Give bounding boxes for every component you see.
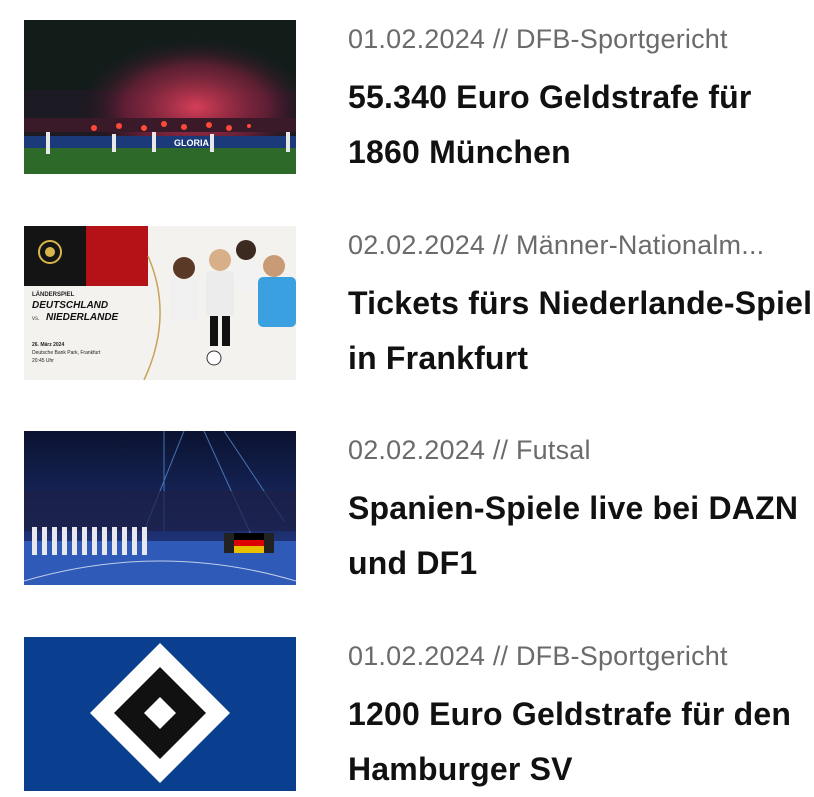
news-title-link[interactable]: Spanien-Spiele live bei DAZN und DF1 bbox=[348, 490, 798, 581]
news-title-link[interactable]: Tickets fürs Niederlande-Spiel in Frankf… bbox=[348, 285, 812, 376]
news-thumbnail-match-poster[interactable]: LÄNDERSPIEL DEUTSCHLAND vs. NIEDERLANDE … bbox=[24, 226, 296, 380]
poster-kicker: LÄNDERSPIEL bbox=[32, 291, 75, 298]
news-title[interactable]: Tickets fürs Niederlande-Spiel in Frankf… bbox=[348, 276, 814, 386]
news-meta: 02.02.2024 // Männer-Nationalm... bbox=[348, 230, 814, 261]
poster-team1: DEUTSCHLAND bbox=[32, 300, 108, 311]
meta-separator: // bbox=[492, 230, 509, 260]
match-poster-image: LÄNDERSPIEL DEUTSCHLAND vs. NIEDERLANDE … bbox=[24, 226, 296, 380]
banner-text: GLORIA bbox=[174, 138, 209, 148]
news-category[interactable]: DFB-Sportgericht bbox=[516, 641, 728, 671]
stadium-pyro-image: GLORIA bbox=[24, 20, 296, 174]
poster-team2: NIEDERLANDE bbox=[46, 312, 119, 323]
news-title[interactable]: 55.340 Euro Geldstrafe für 1860 München bbox=[348, 70, 814, 180]
news-meta: 01.02.2024 // DFB-Sportgericht bbox=[348, 641, 814, 672]
meta-separator: // bbox=[492, 641, 509, 671]
news-category[interactable]: Futsal bbox=[516, 435, 591, 465]
news-date: 02.02.2024 bbox=[348, 230, 486, 260]
news-title-link[interactable]: 55.340 Euro Geldstrafe für 1860 München bbox=[348, 79, 752, 170]
news-category[interactable]: DFB-Sportgericht bbox=[516, 24, 728, 54]
poster-venue: Deutsche Bank Park, Frankfurt bbox=[32, 350, 101, 356]
news-meta: 02.02.2024 // Futsal bbox=[348, 435, 814, 466]
news-thumbnail-pyro[interactable]: GLORIA bbox=[24, 20, 296, 174]
poster-time: 20:45 Uhr bbox=[32, 358, 54, 364]
news-date: 01.02.2024 bbox=[348, 24, 486, 54]
meta-separator: // bbox=[492, 24, 509, 54]
news-item[interactable]: GLORIA 01.02.2024 // DFB-Sportgericht 55… bbox=[0, 20, 814, 180]
news-title[interactable]: Spanien-Spiele live bei DAZN und DF1 bbox=[348, 481, 814, 591]
news-item[interactable]: 01.02.2024 // DFB-Sportgericht 1200 Euro… bbox=[0, 637, 814, 797]
meta-separator: // bbox=[492, 435, 509, 465]
football-icon bbox=[206, 350, 222, 366]
futsal-arena-image bbox=[24, 431, 296, 585]
poster-vs: vs. bbox=[32, 316, 40, 322]
news-item[interactable]: LÄNDERSPIEL DEUTSCHLAND vs. NIEDERLANDE … bbox=[0, 226, 814, 386]
news-category[interactable]: Männer-Nationalm... bbox=[516, 230, 764, 260]
news-date: 02.02.2024 bbox=[348, 435, 486, 465]
news-thumbnail-hsv[interactable] bbox=[24, 637, 296, 791]
news-title-link[interactable]: 1200 Euro Geldstrafe für den Hamburger S… bbox=[348, 696, 791, 787]
hsv-logo-image bbox=[24, 637, 296, 791]
news-title[interactable]: 1200 Euro Geldstrafe für den Hamburger S… bbox=[348, 687, 814, 797]
news-item[interactable]: 02.02.2024 // Futsal Spanien-Spiele live… bbox=[0, 431, 814, 591]
news-date: 01.02.2024 bbox=[348, 641, 486, 671]
news-meta: 01.02.2024 // DFB-Sportgericht bbox=[348, 24, 814, 55]
news-thumbnail-futsal[interactable] bbox=[24, 431, 296, 585]
poster-date: 26. März 2024 bbox=[32, 342, 64, 348]
